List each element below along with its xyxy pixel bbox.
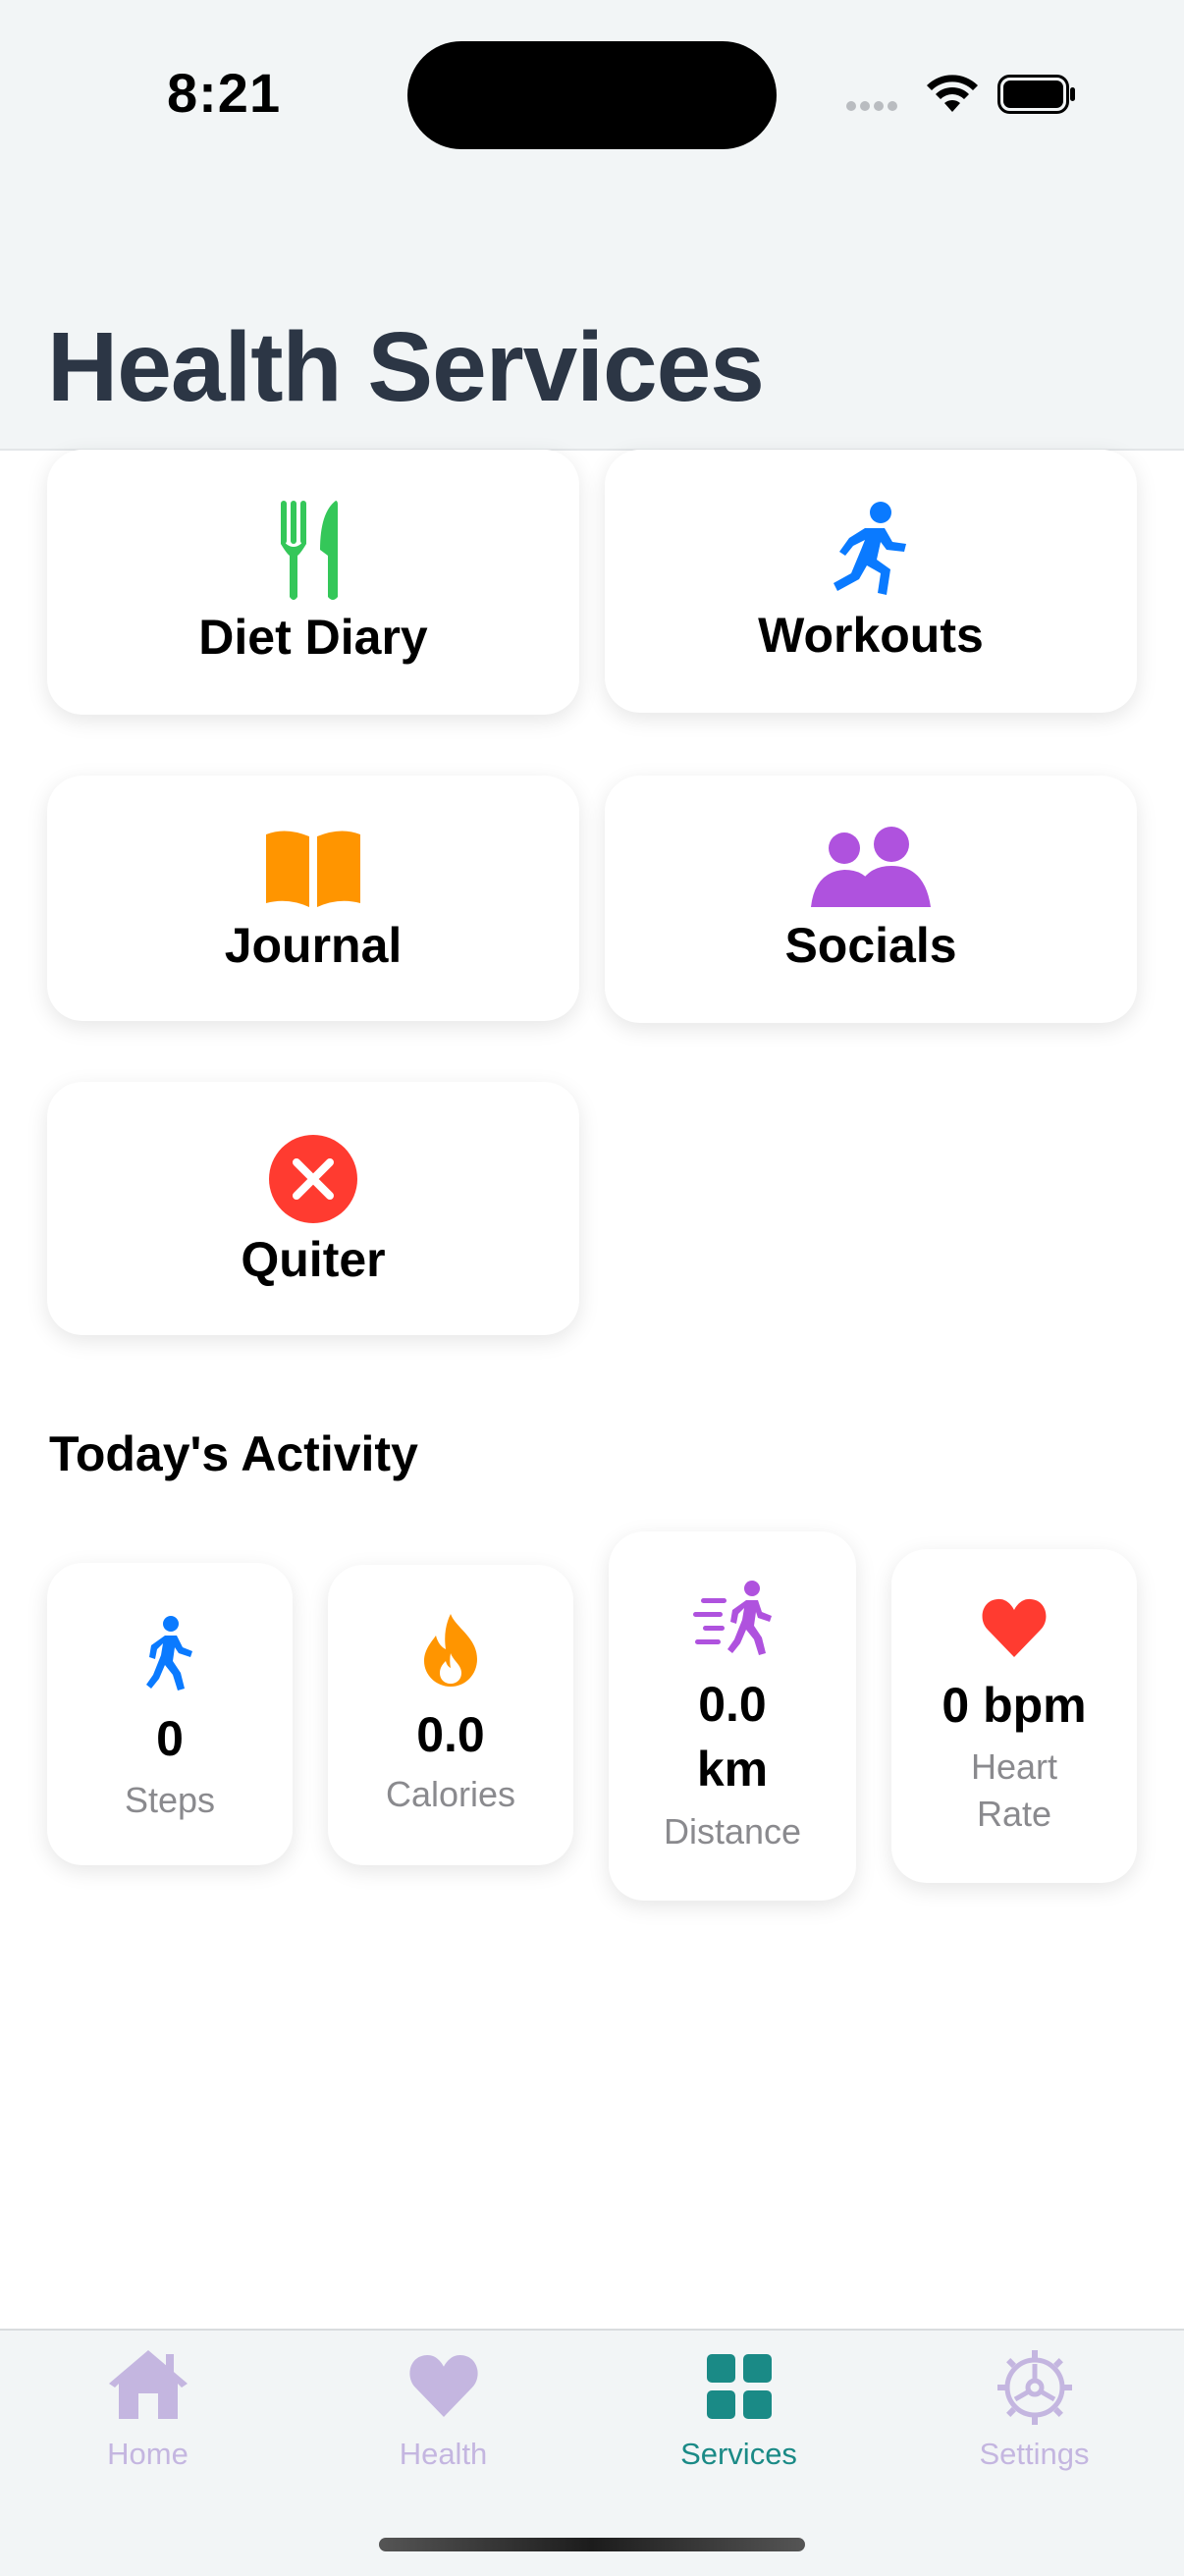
status-time: 8:21: [167, 62, 282, 124]
cellular-signal-icon: [846, 98, 901, 116]
grid-icon: [706, 2354, 772, 2419]
running-figure-icon: [834, 502, 906, 595]
diet-diary-label: Diet Diary: [198, 610, 428, 665]
calories-stat-card: 0.0 Calories: [328, 1565, 573, 1865]
heart-icon: [982, 1598, 1047, 1657]
quiter-label: Quiter: [241, 1232, 386, 1287]
fork-knife-icon: [281, 501, 338, 600]
workouts-label: Workouts: [758, 608, 984, 663]
page-header: Health Services: [0, 196, 1184, 451]
battery-icon: [997, 75, 1075, 114]
tab-services[interactable]: Services: [591, 2331, 887, 2507]
tab-health[interactable]: Health: [296, 2331, 591, 2507]
calories-caption: Calories: [385, 1774, 516, 1814]
page-title: Health Services: [47, 312, 765, 422]
home-indicator: [379, 2538, 805, 2551]
tab-home-label: Home: [107, 2437, 188, 2471]
distance-caption: Distance: [663, 1811, 802, 1852]
steps-value: 0: [156, 1711, 184, 1766]
walking-figure-icon: [146, 1616, 192, 1690]
wifi-icon: [927, 75, 978, 112]
tab-settings[interactable]: Settings: [887, 2331, 1182, 2507]
walking-motion-icon: [693, 1581, 772, 1655]
tab-health-label: Health: [399, 2437, 488, 2471]
steps-stat-card: 0 Steps: [47, 1563, 293, 1865]
people-icon: [811, 827, 931, 907]
house-icon: [108, 2350, 188, 2419]
flame-icon: [424, 1614, 477, 1687]
tab-home[interactable]: Home: [0, 2331, 296, 2507]
tab-settings-label: Settings: [979, 2437, 1090, 2471]
distance-value-unit: km: [696, 1742, 769, 1797]
heart-rate-stat-card: 0 bpm Heart Rate: [891, 1549, 1137, 1883]
gear-icon: [996, 2350, 1072, 2425]
workouts-card[interactable]: Workouts: [605, 450, 1137, 713]
socials-card[interactable]: Socials: [605, 776, 1137, 1023]
journal-card[interactable]: Journal: [47, 776, 579, 1021]
book-icon: [266, 831, 360, 907]
dynamic-island: [407, 41, 777, 149]
tab-services-label: Services: [680, 2437, 797, 2471]
heart-icon: [408, 2354, 478, 2417]
heart-rate-value: 0 bpm: [942, 1678, 1087, 1733]
journal-label: Journal: [224, 918, 403, 973]
distance-value-number: 0.0: [698, 1677, 767, 1732]
socials-label: Socials: [784, 918, 957, 973]
steps-caption: Steps: [124, 1780, 216, 1820]
activity-section-title: Today's Activity: [49, 1426, 418, 1481]
heart-rate-caption-line1: Heart: [970, 1746, 1058, 1787]
x-circle-icon: [269, 1135, 357, 1223]
heart-rate-caption-line2: Rate: [976, 1794, 1052, 1834]
distance-stat-card: 0.0 km Distance: [609, 1531, 856, 1901]
calories-value: 0.0: [416, 1707, 485, 1762]
quiter-card[interactable]: Quiter: [47, 1082, 579, 1335]
status-bar: 8:21: [0, 0, 1184, 196]
diet-diary-card[interactable]: Diet Diary: [47, 450, 579, 715]
